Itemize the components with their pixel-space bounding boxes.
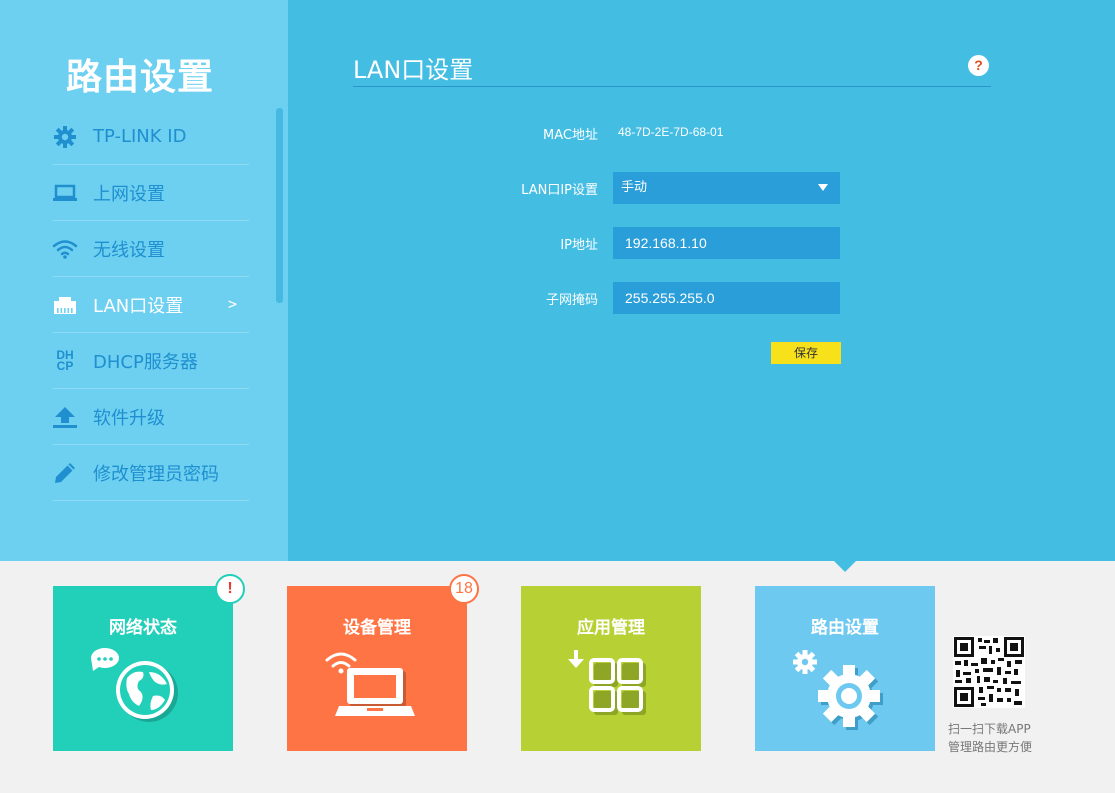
- sidebar-item-tplink-id[interactable]: TP-LINK ID: [52, 109, 249, 165]
- active-tile-pointer: [834, 561, 856, 572]
- sidebar-item-dhcp[interactable]: DH CP DHCP服务器: [52, 333, 249, 389]
- sidebar-item-label: TP-LINK ID: [93, 126, 187, 147]
- tile-router-settings[interactable]: 路由设置: [755, 586, 935, 751]
- gears-icon: [793, 650, 883, 730]
- qr-code: [953, 636, 1025, 708]
- alert-badge: !: [215, 574, 245, 604]
- qr-caption-line2: 管理路由更方便: [948, 740, 1033, 754]
- lan-ip-mode-value: 手动: [621, 180, 648, 195]
- gear-icon: [52, 124, 78, 150]
- mac-value: 48-7D-2E-7D-68-01: [618, 125, 724, 139]
- sidebar-scrollbar[interactable]: [276, 108, 283, 303]
- globe-chat-icon: [90, 648, 178, 722]
- dhcp-icon: DH CP: [56, 347, 74, 373]
- wifi-icon: [52, 236, 78, 262]
- tile-label: 路由设置: [811, 618, 879, 638]
- sidebar-title: 路由设置: [65, 57, 214, 98]
- tile-network-status[interactable]: 网络状态: [53, 586, 233, 751]
- sidebar-item-password[interactable]: 修改管理员密码: [52, 445, 249, 501]
- sidebar-item-lan[interactable]: LAN口设置 >: [52, 277, 249, 333]
- sidebar-item-label: 软件升级: [93, 407, 165, 429]
- ip-address-input[interactable]: 192.168.1.10: [613, 227, 840, 259]
- tile-app-management[interactable]: 应用管理: [521, 586, 701, 751]
- sidebar-item-label: DHCP服务器: [93, 351, 198, 373]
- apps-download-icon: [568, 650, 646, 715]
- device-count-badge: 18: [449, 574, 479, 604]
- page-title: LAN口设置: [353, 56, 474, 84]
- tile-device-management[interactable]: 设备管理: [287, 586, 467, 751]
- ethernet-icon: [52, 292, 78, 318]
- tile-label: 应用管理: [577, 618, 645, 638]
- sidebar-item-label: LAN口设置: [93, 295, 184, 317]
- top-area: 路由设置 TP-LINK ID 上网设置 无线设置 LAN口设置 > DH CP…: [0, 0, 1115, 561]
- save-button[interactable]: 保存: [771, 342, 841, 364]
- upload-icon: [52, 404, 78, 430]
- caret-down-icon: [818, 184, 828, 191]
- help-icon[interactable]: ?: [968, 55, 989, 76]
- subnet-mask-input[interactable]: 255.255.255.0: [613, 282, 840, 314]
- qr-caption-line1: 扫一扫下载APP: [948, 722, 1031, 736]
- sidebar-item-wireless[interactable]: 无线设置: [52, 221, 249, 277]
- sidebar-item-label: 上网设置: [93, 183, 165, 205]
- pencil-icon: [52, 460, 78, 486]
- sidebar: 路由设置 TP-LINK ID 上网设置 无线设置 LAN口设置 > DH CP…: [0, 0, 288, 561]
- sidebar-item-label: 修改管理员密码: [93, 463, 219, 485]
- active-arrow: >: [227, 295, 237, 313]
- lan-ip-mode-label: LAN口IP设置: [521, 183, 598, 198]
- sidebar-item-label: 无线设置: [93, 239, 165, 261]
- subnet-mask-label: 子网掩码: [545, 293, 598, 308]
- sidebar-item-upgrade[interactable]: 软件升级: [52, 389, 249, 445]
- ip-label: IP地址: [560, 238, 598, 253]
- sidebar-menu: TP-LINK ID 上网设置 无线设置 LAN口设置 > DH CP DHCP…: [52, 109, 249, 501]
- sidebar-item-internet[interactable]: 上网设置: [52, 165, 249, 221]
- tile-label: 设备管理: [343, 618, 411, 638]
- title-divider: [353, 86, 991, 87]
- laptop-wifi-icon: [325, 652, 415, 716]
- laptop-icon: [52, 180, 78, 206]
- tile-label: 网络状态: [109, 618, 177, 638]
- lan-ip-mode-select[interactable]: 手动: [613, 172, 840, 204]
- mac-label: MAC地址: [543, 128, 598, 143]
